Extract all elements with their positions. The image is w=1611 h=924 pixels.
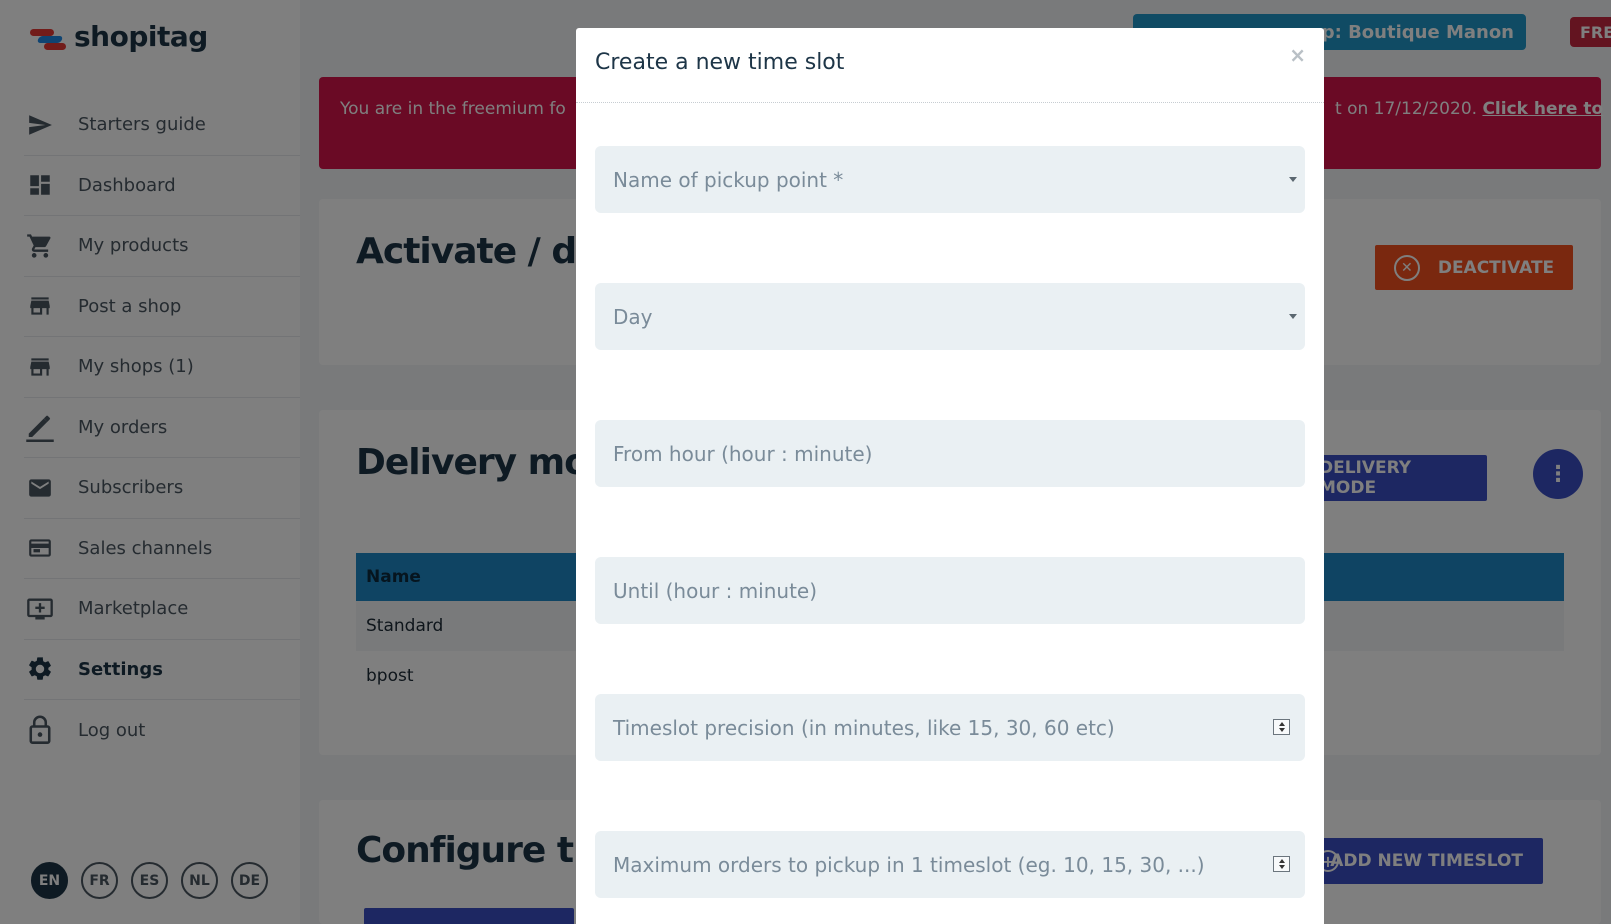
close-icon[interactable]: × [1289,43,1306,67]
max-orders-input[interactable]: Maximum orders to pickup in 1 timeslot (… [595,831,1305,898]
modal-title: Create a new time slot [595,50,845,75]
until-hour-input[interactable]: Until (hour : minute) [595,557,1305,624]
number-stepper-icon[interactable] [1273,719,1290,735]
field-placeholder: Maximum orders to pickup in 1 timeslot (… [613,852,1205,877]
field-placeholder: Day [613,304,653,329]
caret-down-icon [1289,314,1297,319]
create-timeslot-modal: Create a new time slot × Name of pickup … [576,28,1324,924]
timeslot-precision-input[interactable]: Timeslot precision (in minutes, like 15,… [595,694,1305,761]
field-placeholder: Until (hour : minute) [613,578,818,603]
field-placeholder: Timeslot precision (in minutes, like 15,… [613,715,1115,740]
from-hour-input[interactable]: From hour (hour : minute) [595,420,1305,487]
caret-down-icon [1289,177,1297,182]
field-placeholder: Name of pickup point * [613,167,844,192]
field-placeholder: From hour (hour : minute) [613,441,873,466]
number-stepper-icon[interactable] [1273,856,1290,872]
day-select[interactable]: Day [595,283,1305,350]
pickup-point-select[interactable]: Name of pickup point * [595,146,1305,213]
modal-header: Create a new time slot × [576,28,1324,103]
